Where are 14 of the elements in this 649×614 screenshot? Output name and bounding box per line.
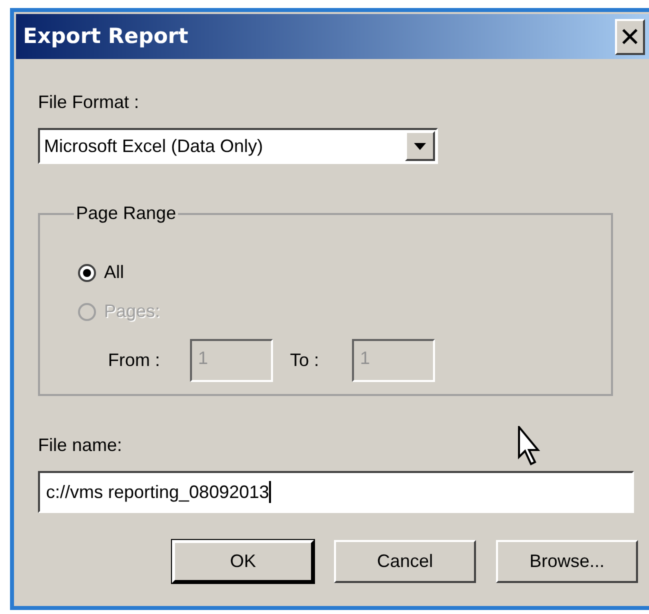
dialog-button[interactable]: Cancel <box>334 540 476 583</box>
file-name-input[interactable]: c://vms reporting_08092013 <box>38 471 634 513</box>
radio-option[interactable]: All <box>78 259 573 286</box>
dialog-button[interactable]: OK <box>172 540 314 583</box>
field-label: File Format : <box>38 91 140 114</box>
field-label: File name: <box>38 434 122 457</box>
group-label: Page Range <box>75 202 178 225</box>
field-label: From : <box>108 349 161 372</box>
window-title: Export Report <box>23 22 188 50</box>
file-format-dropdown[interactable]: Microsoft Excel (Data Only) <box>38 128 438 164</box>
dropdown-value: Microsoft Excel (Data Only) <box>43 134 264 158</box>
field-label: To : <box>290 349 320 372</box>
dialog-button[interactable]: Browse... <box>496 540 638 583</box>
close-button[interactable]: ✕ <box>615 18 645 54</box>
